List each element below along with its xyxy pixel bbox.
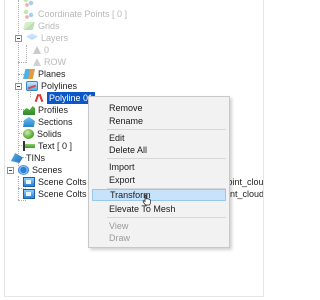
tree-item-points[interactable] xyxy=(23,0,38,8)
menu-item-remove[interactable]: Remove xyxy=(109,102,143,114)
menu-separator xyxy=(107,129,226,130)
tree-item-layer-row[interactable]: ROW xyxy=(33,56,66,68)
tree-item-tins[interactable]: TINs xyxy=(11,152,45,164)
collapse-toggle[interactable] xyxy=(15,82,22,90)
tree-item-scenes[interactable]: Scenes xyxy=(7,164,62,176)
tree-line xyxy=(30,92,31,97)
text-icon xyxy=(23,141,35,151)
points-icon xyxy=(23,0,35,7)
tree-item-sections[interactable]: Sections xyxy=(23,116,73,128)
tree-line xyxy=(26,45,27,63)
menu-separator xyxy=(107,217,226,218)
tree-item-text[interactable]: Text [ 0 ] xyxy=(23,140,72,152)
sections-icon xyxy=(23,117,35,127)
scene-icon xyxy=(23,177,35,187)
polylines-icon xyxy=(26,81,38,91)
tree-item-profiles[interactable]: Profiles xyxy=(23,104,68,116)
polyline-icon xyxy=(35,93,45,103)
tree-item-grids[interactable]: Grids xyxy=(23,20,60,32)
tree-item-scene-2[interactable]: Scene Colts xyxy=(23,188,87,200)
tree-line xyxy=(18,62,26,63)
profiles-icon xyxy=(23,106,35,115)
planes-icon xyxy=(23,69,35,79)
layers-icon xyxy=(26,33,38,40)
menu-item-delete-all[interactable]: Delete All xyxy=(109,144,147,156)
tins-icon xyxy=(11,153,23,163)
menu-item-edit[interactable]: Edit xyxy=(109,132,125,144)
tree-item-scene-1[interactable]: Scene Colts xyxy=(23,176,87,188)
tree-item-solids[interactable]: Solids xyxy=(23,128,62,140)
menu-item-rename[interactable]: Rename xyxy=(109,115,143,127)
layer-triangle-icon xyxy=(33,58,41,66)
tree-item-layers[interactable]: Layers xyxy=(15,32,68,44)
menu-item-export[interactable]: Export xyxy=(109,174,135,186)
menu-item-view: View xyxy=(109,221,129,231)
layer-triangle-icon xyxy=(33,46,41,54)
menu-item-import[interactable]: Import xyxy=(109,161,135,173)
collapse-toggle[interactable] xyxy=(15,34,22,42)
tree-line xyxy=(18,200,26,201)
grid-icon xyxy=(23,22,35,30)
solids-icon xyxy=(23,129,34,139)
tree-item-polyline-01[interactable]: Polyline 01 xyxy=(35,92,96,104)
collapse-toggle[interactable] xyxy=(7,166,14,174)
hand-cursor-icon xyxy=(142,194,151,206)
menu-item-transform[interactable]: Transform xyxy=(92,189,226,201)
scenes-icon xyxy=(18,165,29,175)
tree-item-layer-0[interactable]: 0 xyxy=(33,44,49,56)
context-menu: Remove Rename Edit Delete All Import Exp… xyxy=(88,96,230,248)
tree-item-planes[interactable]: Planes xyxy=(23,68,66,80)
tree-item-polylines[interactable]: Polylines xyxy=(15,80,77,92)
menu-separator xyxy=(107,158,226,159)
scene-icon xyxy=(23,189,35,199)
menu-item-draw: Draw xyxy=(109,233,131,243)
points-icon xyxy=(23,9,35,19)
tree-item-coordinate-points[interactable]: Coordinate Points [ 0 ] xyxy=(23,8,127,20)
